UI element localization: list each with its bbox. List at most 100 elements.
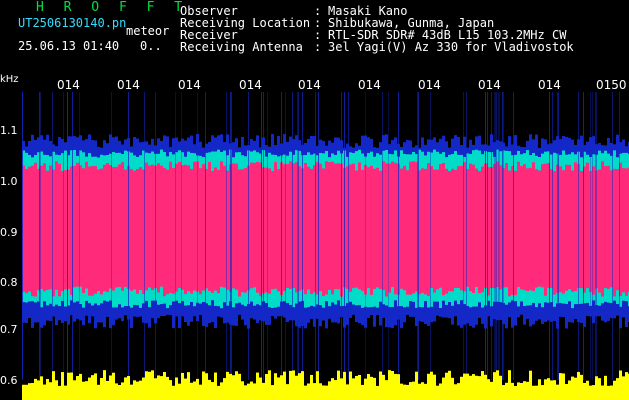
amplitude-bar: [487, 379, 490, 400]
amplitude-bar: [433, 374, 436, 400]
vertical-streak: [513, 92, 514, 380]
y-tick-label: 0.9: [0, 226, 18, 239]
vertical-streak: [292, 92, 293, 380]
amplitude-bar: [547, 378, 550, 400]
signal-column: [172, 167, 175, 294]
amplitude-bar: [193, 381, 196, 400]
vertical-streak: [592, 92, 593, 380]
signal-column: [235, 163, 238, 290]
signal-column: [373, 168, 376, 289]
signal-column: [139, 167, 142, 290]
amplitude-bar: [574, 377, 577, 400]
amplitude-bar: [181, 372, 184, 400]
amplitude-bar: [505, 382, 508, 400]
amplitude-bar: [196, 378, 199, 400]
signal-column: [445, 168, 448, 294]
amplitude-bar: [163, 372, 166, 400]
amplitude-bar: [112, 372, 115, 400]
amplitude-bar: [76, 376, 79, 400]
amplitude-bar: [238, 373, 241, 400]
vertical-streak: [144, 92, 145, 380]
amplitude-bar: [583, 382, 586, 400]
x-tick-label: 014: [298, 78, 321, 92]
signal-column: [310, 168, 313, 295]
signal-column: [85, 161, 88, 289]
amplitude-bar: [154, 378, 157, 400]
signal-column: [76, 162, 79, 287]
amplitude-bar: [427, 373, 430, 400]
signal-column: [202, 164, 205, 291]
amplitude-bar: [169, 380, 172, 400]
signal-column: [253, 162, 256, 288]
amplitude-bar: [412, 381, 415, 400]
signal-column: [124, 169, 127, 287]
amplitude-bar: [274, 373, 277, 400]
x-tick-label: 014: [117, 78, 140, 92]
x-tick-label: 014: [57, 78, 80, 92]
x-tick-label: 014: [418, 78, 441, 92]
amplitude-bar: [40, 376, 43, 400]
amplitude-bar: [367, 373, 370, 400]
signal-column: [133, 170, 136, 290]
signal-column: [454, 169, 457, 288]
signal-column: [400, 168, 403, 289]
amplitude-bar: [61, 372, 64, 400]
amplitude-bar: [454, 384, 457, 400]
amplitude-bar: [337, 370, 340, 400]
amplitude-bar: [577, 371, 580, 400]
vertical-streak: [79, 92, 80, 380]
signal-column: [457, 166, 460, 288]
signal-column: [160, 165, 163, 287]
amplitude-bar: [55, 380, 58, 400]
signal-column: [256, 161, 259, 293]
vertical-streak: [261, 92, 262, 380]
amplitude-bar: [394, 373, 397, 400]
amplitude-bar: [436, 385, 439, 400]
signal-column: [58, 163, 61, 297]
vertical-streak: [388, 92, 389, 380]
vertical-streak: [596, 92, 597, 380]
amplitude-bar: [529, 370, 532, 400]
signal-column: [529, 167, 532, 291]
signal-column: [586, 162, 589, 289]
amplitude-bar: [511, 382, 514, 400]
signal-column: [64, 170, 67, 290]
amplitude-bar: [463, 373, 466, 400]
amplitude-bar: [226, 371, 229, 400]
amplitude-bar: [604, 375, 607, 400]
vertical-streak: [583, 92, 584, 380]
signal-column: [505, 162, 508, 288]
signal-column: [103, 164, 106, 292]
amplitude-bar: [211, 382, 214, 400]
amplitude-bar: [610, 385, 613, 400]
amplitude-bar: [613, 380, 616, 400]
amplitude-bar: [280, 375, 283, 400]
amplitude-bar: [310, 374, 313, 400]
signal-column: [538, 170, 541, 287]
signal-column: [451, 168, 454, 292]
signal-column: [268, 168, 271, 294]
signal-column: [565, 164, 568, 291]
signal-column: [331, 161, 334, 295]
amplitude-bar: [373, 377, 376, 400]
amplitude-bar: [97, 384, 100, 400]
amplitude-bar: [565, 384, 568, 400]
amplitude-bar: [151, 370, 154, 400]
x-tick-label: 014: [478, 78, 501, 92]
signal-column: [322, 168, 325, 296]
vertical-streak: [495, 92, 496, 380]
signal-column: [94, 166, 97, 294]
amplitude-bar: [319, 383, 322, 400]
amplitude-bar: [526, 381, 529, 400]
signal-column: [214, 167, 217, 291]
vertical-streak: [181, 92, 182, 380]
signal-column: [166, 169, 169, 295]
amplitude-bar: [37, 380, 40, 400]
signal-column: [475, 168, 478, 288]
amplitude-bar: [397, 374, 400, 400]
amplitude-bar: [121, 382, 124, 400]
signal-column: [112, 167, 115, 291]
amplitude-bar: [439, 383, 442, 400]
vertical-streak: [365, 92, 366, 380]
signal-column: [367, 167, 370, 289]
